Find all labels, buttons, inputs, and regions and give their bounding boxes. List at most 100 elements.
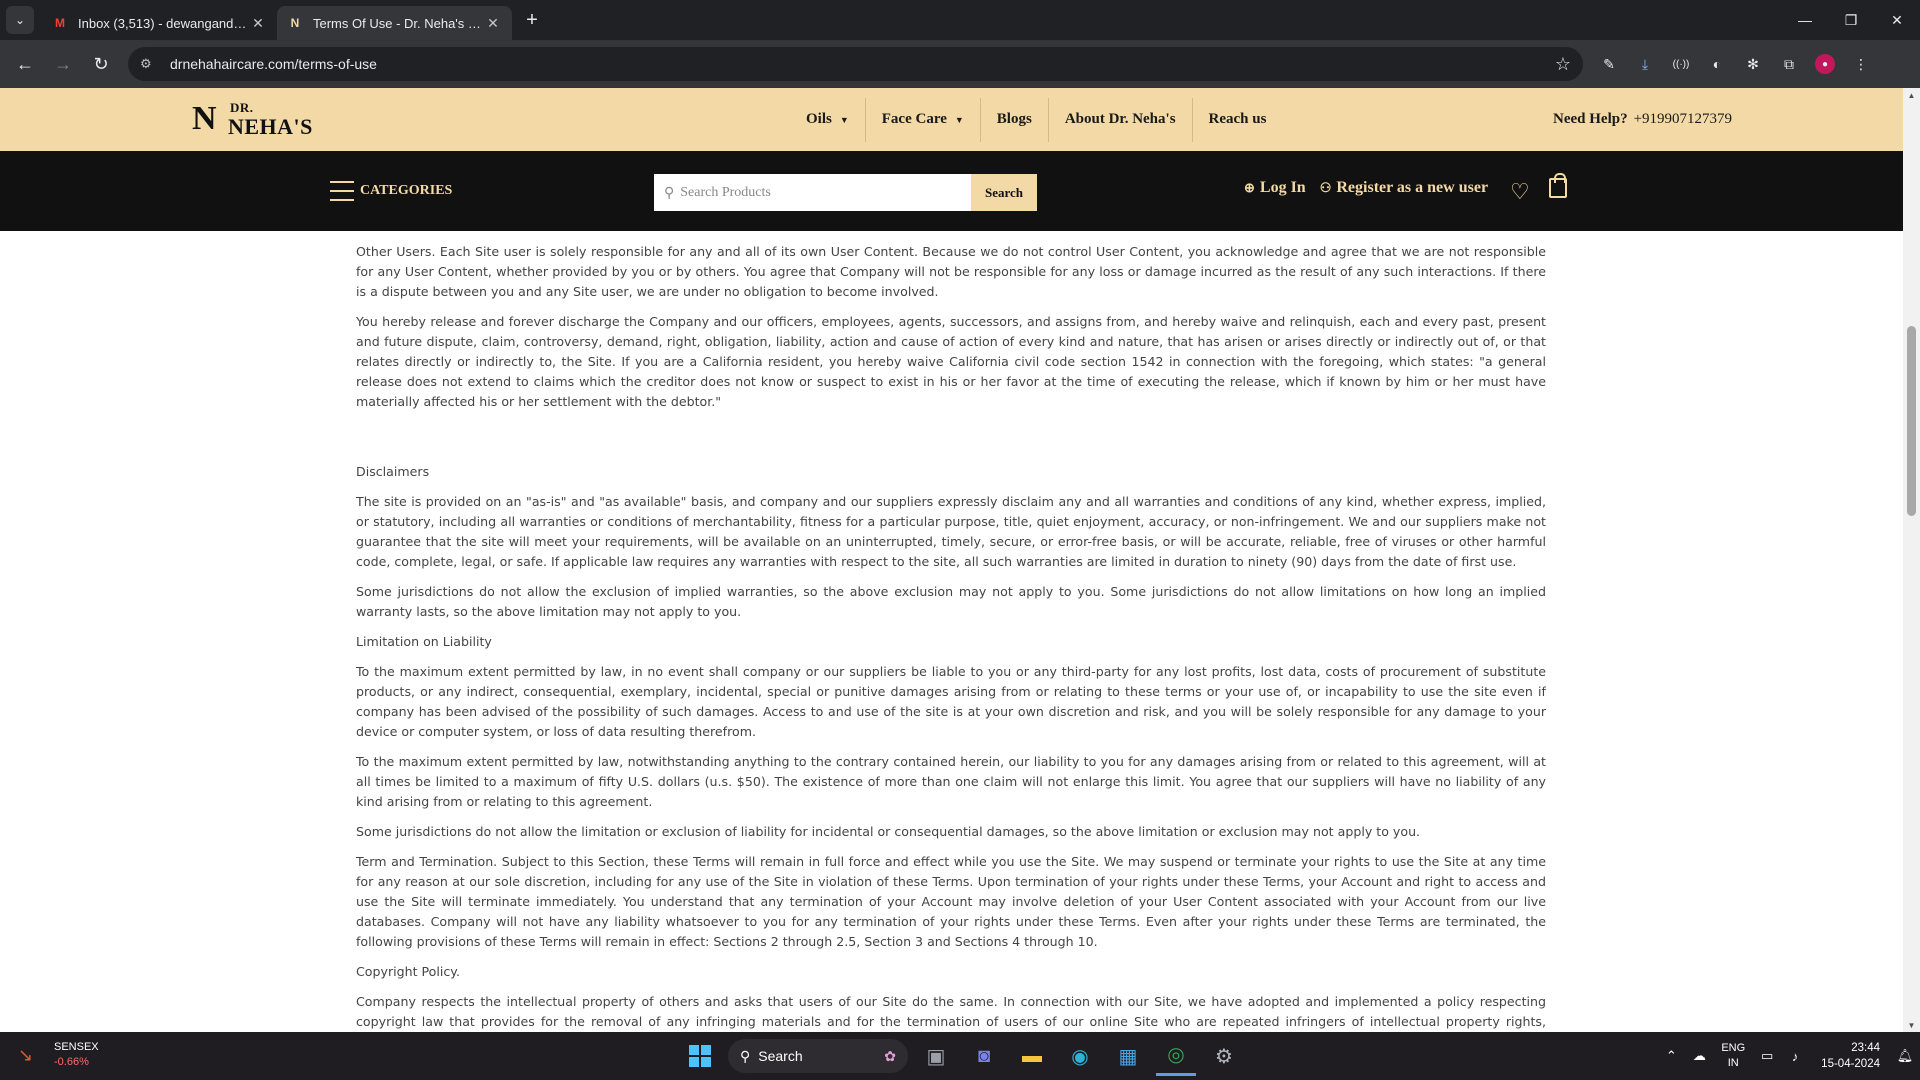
section-heading: Disclaimers [356, 464, 430, 479]
nav-item-oils[interactable]: Oils ▼ [790, 97, 866, 142]
edge-browser-icon[interactable]: ◉ [1060, 1036, 1100, 1076]
nav-item-about[interactable]: About Dr. Neha's [1049, 97, 1193, 142]
close-icon[interactable]: ✕ [484, 14, 502, 32]
search-icon: ⚲ [664, 184, 675, 200]
need-help: Need Help? +919907127379 [1553, 88, 1732, 151]
clock[interactable]: 23:44 15-04-2024 [1821, 1040, 1880, 1072]
caret-down-icon: ▼ [839, 114, 849, 125]
lang-top: ENG [1721, 1042, 1746, 1054]
section-heading: Copyright Policy. [356, 964, 460, 979]
tab-search-chevron-icon[interactable]: ⌄ [6, 6, 34, 34]
search-box[interactable]: ⚲ [654, 174, 971, 211]
shopping-bag-icon[interactable] [1549, 173, 1567, 198]
nav-label: Oils [806, 111, 832, 127]
forward-button[interactable]: → [46, 47, 80, 81]
categories-label: CATEGORIES [360, 183, 453, 198]
phone-link[interactable]: +919907127379 [1634, 111, 1732, 128]
search-highlight-icon: ✿ [884, 1047, 896, 1064]
window-controls: — ❐ ✕ [1782, 0, 1920, 40]
scroll-down-arrow-icon[interactable]: ▼ [1903, 1018, 1920, 1032]
nav-label: Face Care [881, 111, 947, 127]
extensions-area: ✎ ⤓ ((·)) ◐ ✻ ⧉ ● ⋮ [1599, 54, 1871, 74]
onedrive-cloud-icon[interactable]: ☁ [1685, 1048, 1713, 1064]
contrast-extension-icon[interactable]: ◐ [1707, 54, 1727, 74]
system-tray: ⌃ ☁ ENG IN ▭ ♪ 23:44 15-04-2024 🔔︎ [1657, 1032, 1920, 1080]
chevron-up-icon[interactable]: ⌃ [1657, 1048, 1685, 1064]
section-heading: Limitation on Liability [356, 634, 492, 649]
nav-label: About Dr. Neha's [1064, 111, 1176, 127]
scrollbar-thumb[interactable] [1907, 326, 1916, 516]
site-header: N DR. NEHA'S Oils ▼ Face Care ▼ Blogs Abou… [0, 88, 1903, 151]
search-icon: ⚲ [740, 1047, 751, 1064]
user-icon: ⚇ [1319, 180, 1332, 195]
taskbar-apps: ⚲ Search ✿ ▣ ◙ ▬ ◉ ▦ ◎ ⚙ [680, 1036, 1244, 1076]
search-button[interactable]: Search [971, 174, 1037, 211]
widget-value: -0.66% [54, 1056, 89, 1068]
bookmark-star-icon[interactable]: ☆ [1555, 54, 1571, 75]
scroll-up-arrow-icon[interactable]: ▲ [1903, 88, 1920, 102]
gmail-icon: M [55, 16, 65, 30]
close-window-button[interactable]: ✕ [1874, 0, 1920, 40]
start-windows-icon[interactable] [680, 1036, 720, 1076]
nav-label: Reach us [1208, 111, 1267, 127]
site-info-icon[interactable]: ⚙ [140, 56, 160, 72]
new-tab-button[interactable]: + [518, 6, 546, 34]
network-icon[interactable]: ▭ [1753, 1048, 1781, 1064]
site-logo[interactable]: N DR. NEHA'S [192, 100, 312, 140]
notification-bell-icon[interactable]: 🔔︎ [1890, 1048, 1920, 1064]
nav-item-reach-us[interactable]: Reach us [1193, 98, 1283, 142]
logo-mark: N [192, 100, 217, 137]
browser-tab-bar: ⌄ M Inbox (3,513) - dewangandipen ✕ N Te… [0, 0, 1920, 40]
url-text[interactable]: drnehahaircare.com/terms-of-use [170, 56, 1555, 72]
store-icon[interactable]: ▦ [1108, 1036, 1148, 1076]
chrome-browser-icon[interactable]: ◎ [1156, 1036, 1196, 1076]
wishlist-heart-icon[interactable]: ♡ [1510, 179, 1530, 205]
stock-trend-icon: ↘ [18, 1044, 34, 1065]
language-indicator[interactable]: ENG IN [1721, 1041, 1745, 1071]
site-favicon-icon: N [290, 16, 300, 30]
folder-icon[interactable]: ▬ [1012, 1036, 1052, 1076]
profile-avatar[interactable]: ● [1815, 54, 1835, 74]
address-bar[interactable]: ⚙ drnehahaircare.com/terms-of-use ☆ [128, 47, 1583, 81]
clock-time: 23:44 [1851, 1042, 1880, 1054]
kebab-menu-icon[interactable]: ⋮ [1851, 54, 1871, 74]
volume-icon[interactable]: ♪ [1781, 1049, 1809, 1064]
terms-paragraph: To the maximum extent permitted by law, … [356, 754, 1546, 809]
terms-paragraph: Other Users. Each Site user is solely re… [356, 244, 1546, 299]
reload-button[interactable]: ↻ [84, 47, 118, 81]
minimize-button[interactable]: — [1782, 0, 1828, 40]
caret-down-icon: ▼ [954, 114, 964, 125]
main-nav: Oils ▼ Face Care ▼ Blogs About Dr. Neha's … [790, 88, 1282, 151]
terms-paragraph: Company respects the intellectual proper… [356, 994, 1546, 1029]
page-scrollbar[interactable]: ▲ ▼ [1903, 88, 1920, 1032]
register-link[interactable]: Register as a new user [1336, 179, 1488, 197]
file-explorer-icon[interactable]: ▣ [916, 1036, 956, 1076]
taskbar-search[interactable]: ⚲ Search ✿ [728, 1039, 908, 1073]
tab-terms[interactable]: N Terms Of Use - Dr. Neha's - Bes ✕ [277, 6, 512, 40]
restore-button[interactable]: ❐ [1828, 0, 1874, 40]
login-link[interactable]: Log In [1260, 179, 1306, 197]
terms-paragraph: To the maximum extent permitted by law, … [356, 664, 1546, 739]
terms-paragraph: Some jurisdictions do not allow the limi… [356, 824, 1421, 839]
download-icon[interactable]: ⤓ [1635, 54, 1655, 74]
gear-extension-icon[interactable]: ✻ [1743, 54, 1763, 74]
tab-title: Inbox (3,513) - dewangandipen [78, 15, 249, 31]
search-input[interactable] [680, 184, 971, 201]
broadcast-extension-icon[interactable]: ((·)) [1671, 54, 1691, 74]
teams-meet-icon[interactable]: ◙ [964, 1036, 1004, 1076]
account-links: ⊕ Log In ⚇ Register as a new user [1244, 179, 1488, 197]
categories-menu[interactable]: CATEGORIES [330, 181, 452, 201]
settings-gear-icon[interactable]: ⚙ [1204, 1036, 1244, 1076]
close-icon[interactable]: ✕ [249, 14, 267, 32]
puzzle-extensions-icon[interactable]: ⧉ [1779, 54, 1799, 74]
back-button[interactable]: ← [8, 47, 42, 81]
tab-gmail[interactable]: M Inbox (3,513) - dewangandipen ✕ [42, 6, 277, 40]
nav-item-face-care[interactable]: Face Care ▼ [866, 97, 981, 142]
tab-title: Terms Of Use - Dr. Neha's - Bes [313, 15, 484, 31]
nav-item-blogs[interactable]: Blogs [981, 97, 1049, 142]
windows-taskbar: ↘ SENSEX -0.66% ⚲ Search ✿ ▣ ◙ ▬ ◉ ▦ ◎ ⚙… [0, 1032, 1920, 1080]
pen-extension-icon[interactable]: ✎ [1599, 54, 1619, 74]
taskbar-search-label: Search [758, 1048, 803, 1064]
stock-widget[interactable]: ↘ SENSEX -0.66% [18, 1040, 99, 1070]
login-icon: ⊕ [1244, 180, 1255, 195]
